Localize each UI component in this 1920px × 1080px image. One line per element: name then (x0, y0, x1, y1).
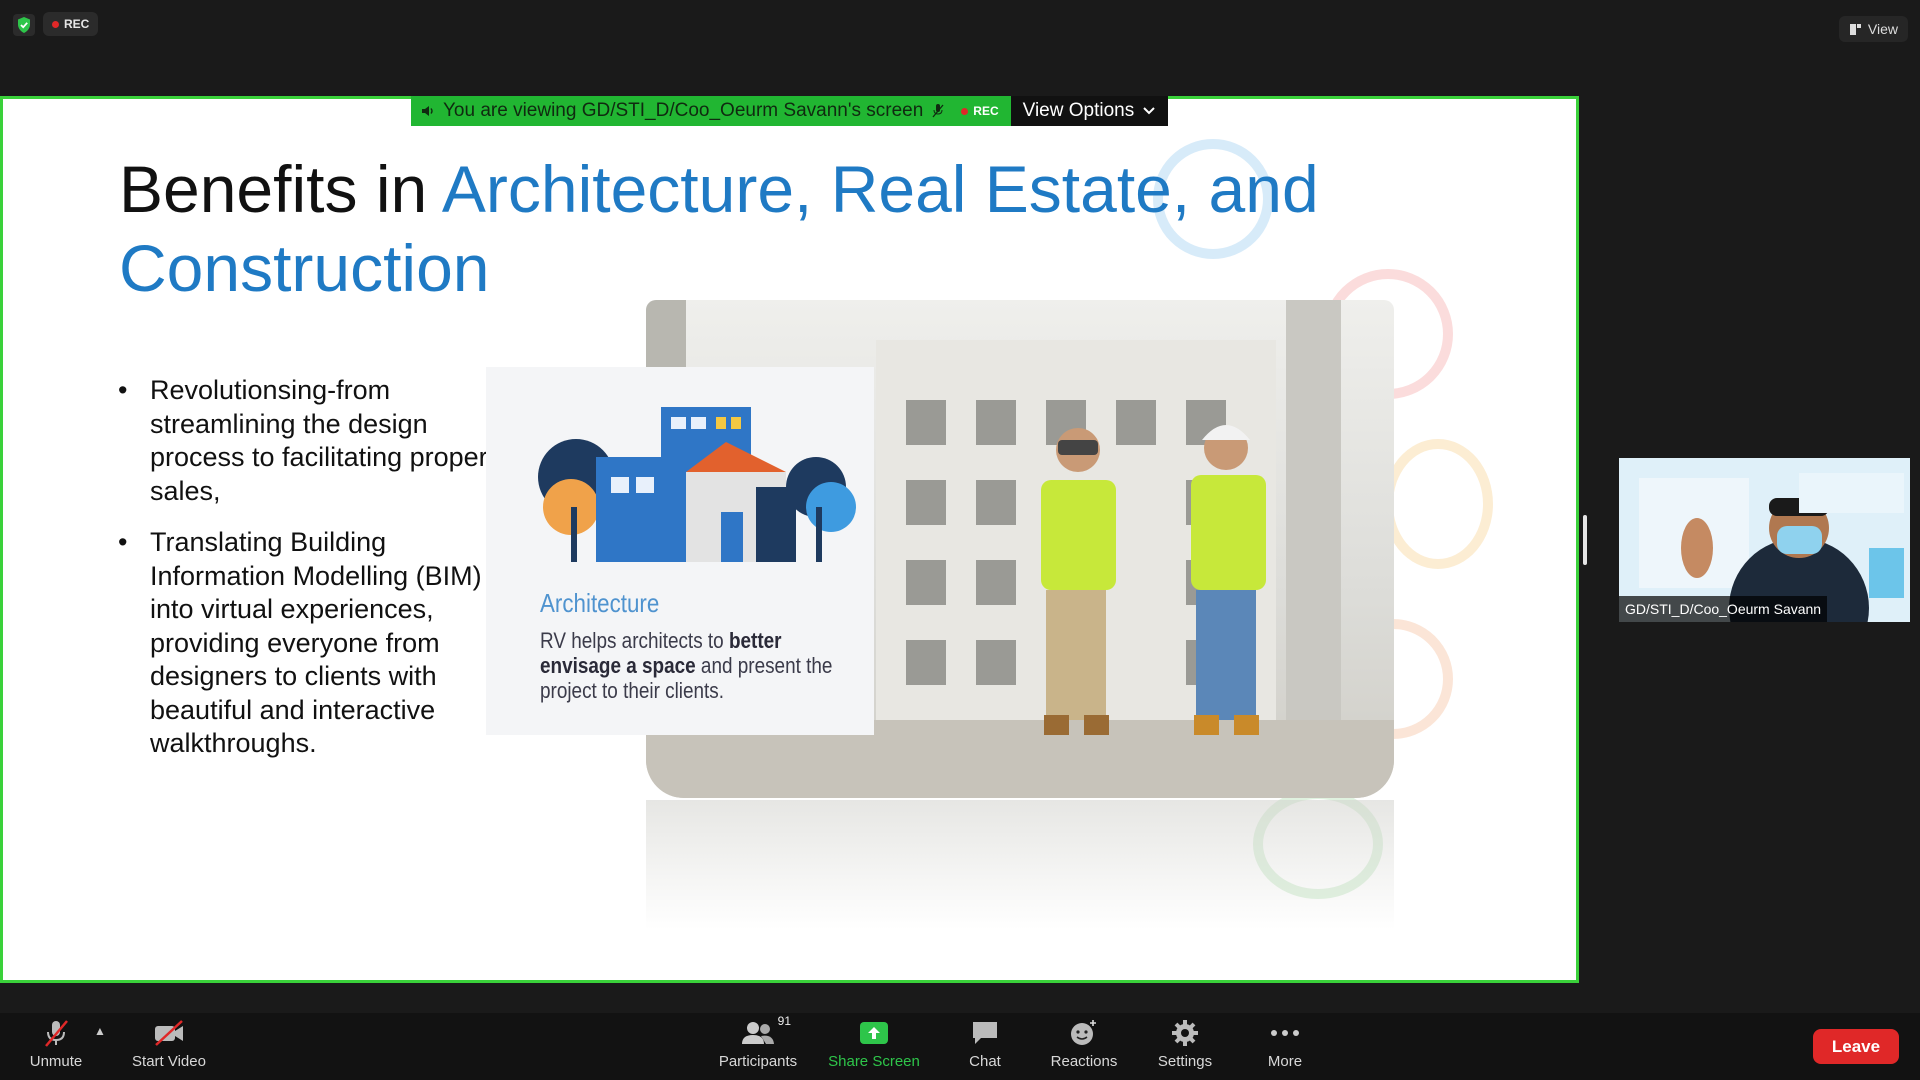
slide-title: Benefits in Architecture, Real Estate, a… (119, 150, 1319, 308)
speaker-icon (422, 106, 433, 116)
view-options-button[interactable]: View Options (1010, 96, 1169, 126)
start-video-button[interactable]: Start Video (126, 1016, 212, 1076)
more-button[interactable]: More (1262, 1016, 1308, 1076)
settings-label: Settings (1157, 1053, 1213, 1070)
unmute-label: Unmute (29, 1053, 83, 1070)
audio-options-caret-icon[interactable]: ▲ (94, 1024, 106, 1038)
slide-bullet-list: Revolutionsing-from streamlining the des… (118, 374, 518, 779)
slide-title-black: Benefits in (119, 152, 442, 226)
mic-muted-icon (45, 1020, 68, 1047)
more-dots-icon (1271, 1030, 1299, 1036)
participants-count: 91 (777, 1014, 791, 1028)
reactions-icon (1071, 1020, 1096, 1045)
chat-icon (973, 1022, 997, 1044)
card-title: Architecture (540, 588, 660, 618)
card-text: RV helps architects to better envisage a… (540, 628, 858, 703)
viewing-text: You are viewing GD/STI_D/Coo_Oeurm Savan… (443, 100, 924, 121)
recording-dot-icon (52, 20, 59, 28)
banner-rec-indicator: REC (961, 104, 999, 118)
share-screen-button[interactable]: Share Screen (826, 1016, 922, 1076)
view-label: View (1867, 21, 1898, 37)
reactions-label: Reactions (1050, 1053, 1118, 1070)
start-video-label: Start Video (132, 1053, 206, 1070)
more-label: More (1267, 1053, 1303, 1070)
participants-button[interactable]: 91 Participants (714, 1014, 802, 1076)
viewing-notice: You are viewing GD/STI_D/Coo_Oeurm Savan… (411, 96, 1011, 126)
houses-illustration (538, 407, 856, 562)
chat-label: Chat (969, 1053, 1001, 1070)
view-layout-icon (1849, 23, 1861, 35)
unmute-button[interactable]: Unmute (22, 1016, 90, 1076)
video-off-icon (155, 1020, 183, 1046)
viewing-banner: You are viewing GD/STI_D/Coo_Oeurm Savan… (411, 96, 1169, 126)
recording-dot-icon (961, 107, 969, 115)
photo-reflection (646, 800, 1394, 930)
chat-button[interactable]: Chat (960, 1016, 1010, 1076)
participant-name: GD/STI_D/Coo_Oeurm Savann (1619, 596, 1828, 622)
share-screen-label: Share Screen (828, 1053, 920, 1070)
participants-label: Participants (718, 1053, 798, 1070)
recording-indicator[interactable]: REC (43, 12, 99, 36)
top-bar: REC View (0, 0, 1920, 48)
mic-off-icon (932, 104, 944, 118)
card-text-pre: RV helps architects to (540, 628, 729, 653)
rec-label: REC (64, 17, 90, 31)
view-options-label: View Options (1022, 100, 1135, 121)
leave-button[interactable]: Leave (1813, 1029, 1899, 1064)
settings-button[interactable]: Settings (1152, 1016, 1218, 1076)
slide-bullet: Translating Building Information Modelli… (118, 526, 518, 761)
decorative-circle (1383, 439, 1493, 569)
share-screen-icon (860, 1022, 888, 1044)
participants-icon (742, 1022, 774, 1044)
slide-bullet: Revolutionsing-from streamlining the des… (118, 374, 518, 508)
gear-icon (1172, 1020, 1198, 1046)
view-button[interactable]: View (1838, 16, 1908, 42)
security-shield-icon[interactable] (13, 14, 35, 36)
panel-resize-handle[interactable] (1583, 515, 1587, 565)
chevron-down-icon (1143, 107, 1155, 115)
reactions-button[interactable]: Reactions (1048, 1016, 1120, 1076)
banner-rec-label: REC (973, 104, 999, 118)
